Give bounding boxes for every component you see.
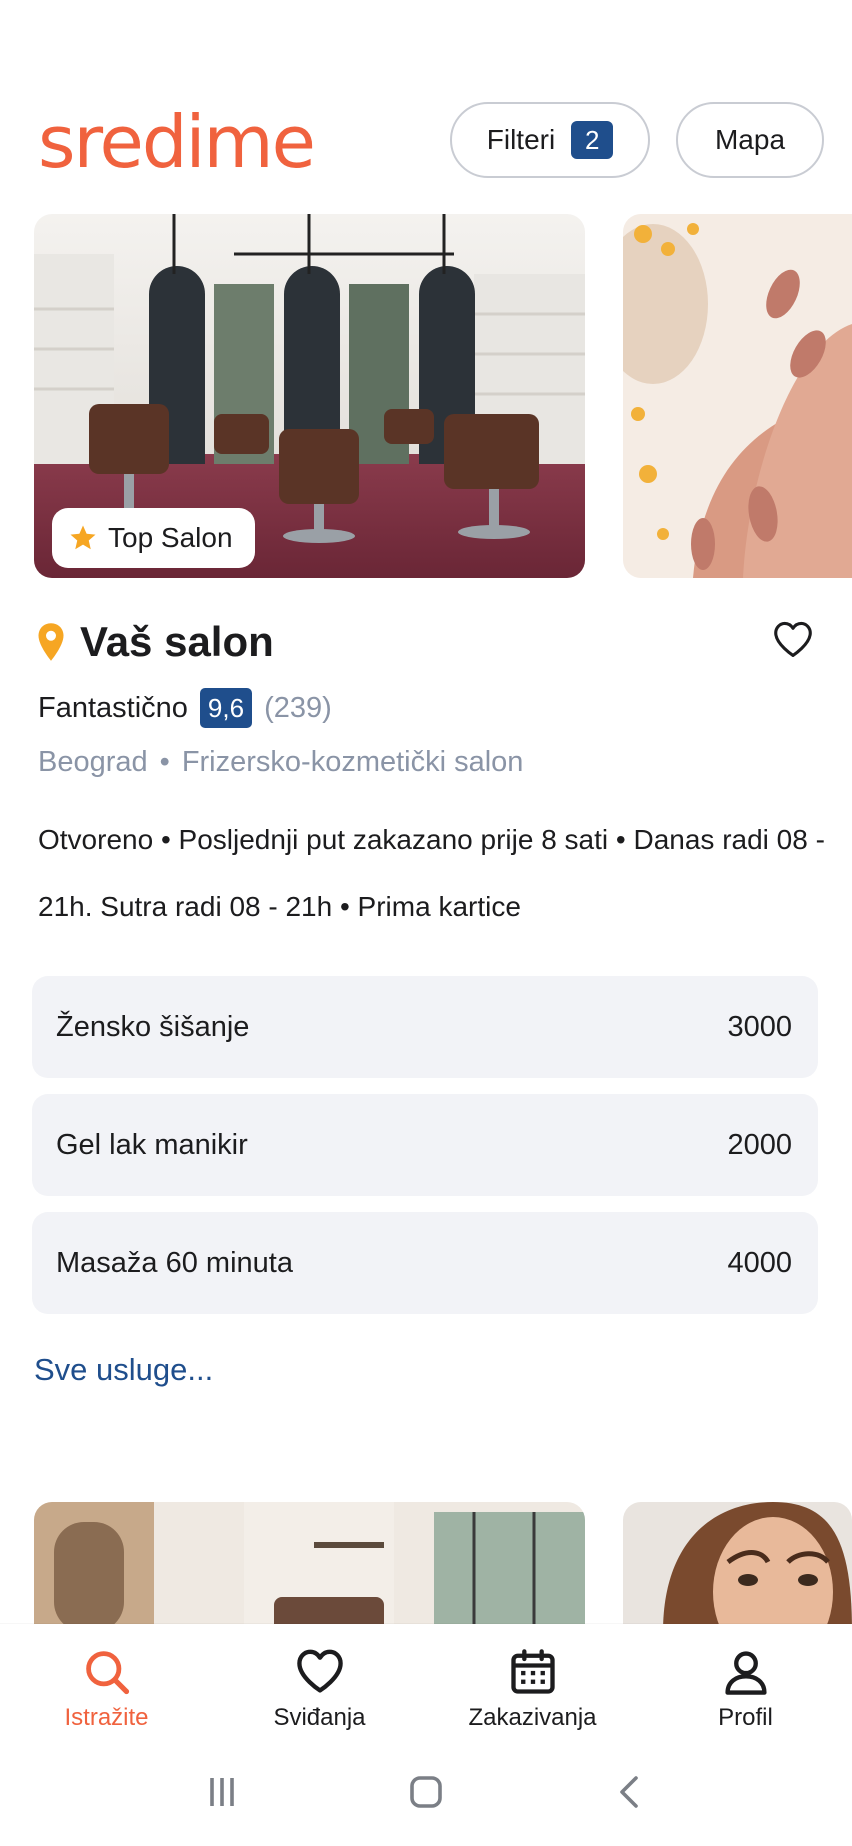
next-salon-photo[interactable] <box>34 1502 585 1632</box>
map-button[interactable]: Mapa <box>676 102 824 178</box>
review-count[interactable]: (239) <box>264 692 332 725</box>
salon-meta: Beograd • Frizersko-kozmetički salon <box>38 746 523 779</box>
rating-score-badge: 9,6 <box>199 688 253 728</box>
salon-category: Frizersko-kozmetički salon <box>181 746 524 778</box>
top-salon-badge: Top Salon <box>52 508 255 568</box>
recents-icon[interactable] <box>198 1768 246 1816</box>
search-icon <box>85 1651 129 1695</box>
meta-separator: • <box>159 746 170 778</box>
salon-city: Beograd <box>38 746 148 778</box>
app-header: sredime Filteri 2 Mapa <box>0 96 852 188</box>
nav-profile-label: Profil <box>718 1704 773 1731</box>
next-salon-side-photo[interactable] <box>623 1502 852 1632</box>
manicure-photo[interactable] <box>623 214 852 578</box>
service-name: Žensko šišanje <box>56 1010 250 1043</box>
nav-explore-label: Istražite <box>64 1704 149 1731</box>
nav-bookings-label: Zakazivanja <box>468 1704 597 1731</box>
top-salon-label: Top Salon <box>108 522 233 553</box>
salon-interior-photo[interactable]: Top Salon <box>34 214 585 578</box>
service-price: 2000 <box>727 1128 792 1161</box>
home-icon[interactable] <box>402 1768 450 1816</box>
service-name: Masaža 60 minuta <box>56 1246 293 1279</box>
heart-icon <box>296 1649 343 1693</box>
service-item[interactable]: Žensko šišanje 3000 <box>32 976 818 1078</box>
salon-name[interactable]: Vaš salon <box>80 618 274 666</box>
nav-likes-label: Sviđanja <box>273 1704 366 1731</box>
all-services-link[interactable]: Sve usluge... <box>34 1352 213 1388</box>
user-icon <box>724 1651 767 1695</box>
calendar-icon <box>510 1649 555 1694</box>
nav-profile[interactable]: Profil <box>639 1624 852 1738</box>
back-icon[interactable] <box>606 1768 654 1816</box>
salon-title-row: Vaš salon <box>36 618 274 666</box>
service-item[interactable]: Gel lak manikir 2000 <box>32 1094 818 1196</box>
filters-count-badge: 2 <box>571 121 614 159</box>
nav-likes[interactable]: Sviđanja <box>213 1624 426 1738</box>
bottom-navigation: Istražite Sviđanja Zakazivanja Profil <box>0 1624 852 1738</box>
next-salon-image <box>34 1502 585 1632</box>
service-price: 3000 <box>727 1010 792 1043</box>
service-item[interactable]: Masaža 60 minuta 4000 <box>32 1212 818 1314</box>
nav-explore[interactable]: Istražite <box>0 1624 213 1738</box>
app-logo: sredime <box>38 100 316 184</box>
heart-icon <box>774 621 812 657</box>
service-price: 4000 <box>727 1246 792 1279</box>
service-name: Gel lak manikir <box>56 1128 248 1161</box>
system-navigation-bar <box>0 1738 852 1846</box>
salon-photo-carousel[interactable]: Top Salon <box>34 214 852 578</box>
salon-description: Otvoreno • Posljednji put zakazano prije… <box>38 824 825 922</box>
manicure-image <box>623 214 852 578</box>
filters-button[interactable]: Filteri 2 <box>450 102 650 178</box>
location-pin-icon <box>38 623 64 661</box>
map-label: Mapa <box>714 124 786 155</box>
nav-bookings[interactable]: Zakazivanja <box>426 1624 639 1738</box>
filters-label: Filteri <box>486 124 556 155</box>
favorite-button[interactable] <box>772 620 820 664</box>
rating-row: Fantastično 9,6 (239) <box>38 688 332 728</box>
star-icon <box>70 525 96 550</box>
rating-label: Fantastično <box>38 691 188 724</box>
services-list: Žensko šišanje 3000 Gel lak manikir 2000… <box>32 976 818 1330</box>
portrait-image <box>623 1502 852 1632</box>
